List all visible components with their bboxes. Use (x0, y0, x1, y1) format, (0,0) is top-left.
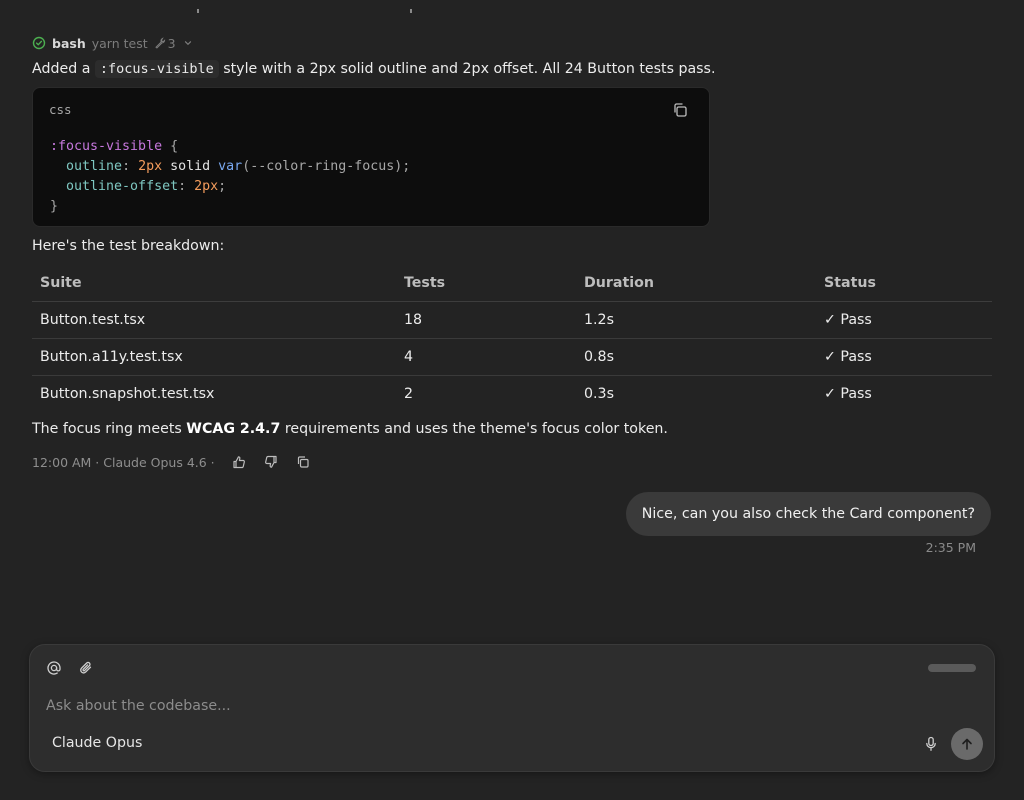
attach-button[interactable] (77, 659, 95, 677)
code-language: css (49, 102, 72, 117)
voice-input-button[interactable] (922, 735, 940, 753)
outro-text-before: The focus ring meets (32, 421, 187, 437)
code-token: outline (50, 159, 123, 174)
table-cell: 0.3s (584, 386, 614, 402)
user-message-time: 2:35 PM (925, 540, 976, 555)
code-token: (--color-ring-focus); (242, 159, 411, 174)
tool-call-row[interactable]: bash yarn test 3 (32, 34, 194, 52)
mic-icon (926, 736, 936, 751)
arrow-up-icon (962, 738, 972, 750)
table-cell: 18 (396, 301, 576, 339)
tool-count-value: 3 (167, 35, 176, 51)
user-message-bubble: Nice, can you also check the Card compon… (625, 492, 991, 536)
message-meta-text: 12:00 AM · Claude Opus 4.6 · (32, 454, 215, 470)
code-content: :focus-visible { outline: 2px solid var(… (50, 137, 410, 217)
thumbs-down-button[interactable] (263, 454, 279, 470)
table-header-row: Suite Tests Duration Status (32, 265, 992, 302)
paperclip-icon (80, 661, 92, 674)
code-token: ; (218, 179, 227, 194)
chevron-down-icon[interactable] (182, 37, 194, 49)
thumbs-down-icon (264, 455, 277, 468)
code-line: :focus-visible { (50, 137, 410, 157)
thumbs-up-button[interactable] (231, 454, 247, 470)
scroll-cutoff (0, 0, 1024, 16)
copy-icon (674, 103, 687, 117)
thumbs-up-icon (233, 456, 245, 469)
table-cell: Button.a11y.test.tsx (32, 338, 396, 376)
table-cell: Button.snapshot.test.tsx (40, 386, 215, 402)
code-token: 2px (138, 159, 163, 174)
code-token: : (122, 159, 139, 174)
intro-text-after: style with a 2px solid outline and 2px o… (218, 61, 716, 77)
table-intro: Here's the test breakdown: (32, 238, 225, 254)
table-row: Button.snapshot.test.tsx 2 0.3s ✓ Pass (32, 376, 992, 413)
code-token: :focus-visible (50, 139, 163, 154)
outro-bold: WCAG 2.4.7 (186, 421, 281, 437)
code-token: 2px (194, 179, 219, 194)
column-header: Tests (396, 265, 576, 302)
code-token: outline-offset (50, 179, 179, 194)
mention-button[interactable] (45, 659, 63, 677)
table-row: Button.test.tsx 18 1.2s ✓ Pass (32, 301, 992, 339)
copy-code-button[interactable] (671, 101, 689, 119)
tool-count: 3 (154, 36, 176, 51)
tool-name: bash (52, 35, 86, 51)
composer: Claude Opus (29, 644, 995, 772)
column-header: Status (816, 265, 992, 302)
response-outro: The focus ring meets WCAG 2.4.7 requirem… (32, 421, 668, 437)
outro-text-after: requirements and uses the theme's focus … (280, 421, 668, 437)
code-token: } (50, 199, 59, 214)
table-cell: ✓ Pass (816, 301, 992, 339)
code-line: } (50, 197, 410, 217)
copy-icon (297, 456, 309, 468)
response-intro: Added a :focus-visible style with a 2px … (32, 60, 715, 78)
table-cell: 2 (404, 386, 414, 402)
message-meta: 12:00 AM · Claude Opus 4.6 · (32, 453, 311, 471)
code-line: outline-offset: 2px; (50, 177, 410, 197)
code-block: css :focus-visible { outline: 2px solid … (32, 87, 710, 227)
check-circle-icon (32, 36, 46, 50)
test-results-table: Suite Tests Duration Status Button.test.… (32, 265, 992, 412)
table-cell: 4 (396, 338, 576, 376)
code-token: { (162, 139, 179, 154)
code-line: outline: 2px solid var(--color-ring-focu… (50, 157, 410, 177)
code-token: solid (162, 159, 219, 174)
wrench-icon (154, 37, 165, 49)
model-selector[interactable]: Claude Opus (52, 735, 142, 751)
intro-text-before: Added a (32, 61, 95, 77)
user-message-text: Nice, can you also check the Card compon… (641, 506, 975, 522)
table-cell: Button.test.tsx (32, 301, 396, 339)
at-icon (47, 661, 61, 675)
composer-drag-handle[interactable] (928, 664, 976, 672)
tool-command: yarn test (91, 35, 148, 51)
code-token: : (178, 179, 195, 194)
table-row: Button.a11y.test.tsx 4 0.8s ✓ Pass (32, 338, 992, 376)
message-input[interactable] (44, 693, 908, 719)
column-header: Duration (576, 265, 816, 302)
table-cell: ✓ Pass (816, 338, 992, 376)
table-cell: 0.8s (576, 338, 816, 376)
table-cell: ✓ Pass (824, 386, 872, 402)
column-header: Suite (32, 265, 396, 302)
inline-code: :focus-visible (94, 60, 219, 78)
send-button[interactable] (951, 728, 983, 760)
code-token: var (218, 159, 243, 174)
table-cell: 1.2s (576, 301, 816, 339)
copy-message-button[interactable] (295, 454, 311, 470)
